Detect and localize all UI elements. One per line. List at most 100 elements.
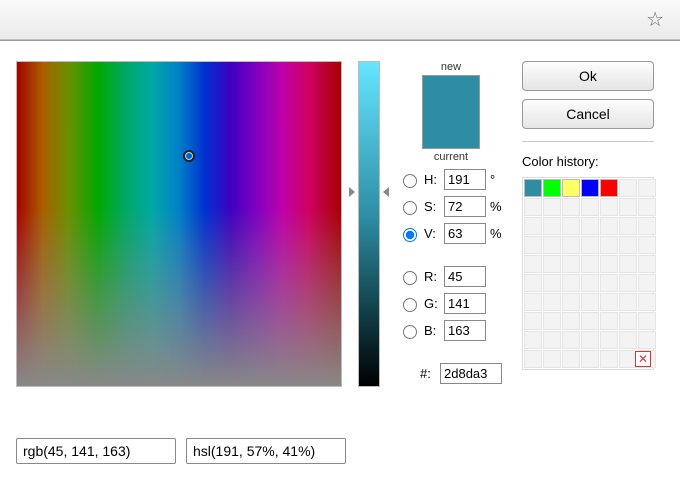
b-radio[interactable] <box>403 325 417 339</box>
r-row: R: <box>398 266 504 287</box>
history-swatch[interactable] <box>562 217 580 235</box>
history-swatch[interactable] <box>543 255 561 273</box>
history-swatch[interactable] <box>524 350 542 368</box>
bookmark-star-icon[interactable]: ☆ <box>646 7 664 32</box>
mode-fields: H: ° S: % V: % R: <box>398 169 504 384</box>
history-swatch[interactable] <box>638 179 656 197</box>
history-swatch[interactable] <box>562 255 580 273</box>
history-swatch[interactable] <box>638 293 656 311</box>
current-swatch-label: current <box>434 151 468 163</box>
history-swatch[interactable] <box>524 331 542 349</box>
history-swatch[interactable] <box>619 293 637 311</box>
new-color-swatch[interactable] <box>423 76 479 112</box>
history-swatch[interactable] <box>581 293 599 311</box>
history-swatch[interactable] <box>524 293 542 311</box>
hex-input[interactable] <box>440 363 502 384</box>
history-swatch[interactable] <box>600 274 618 292</box>
history-swatch[interactable] <box>581 274 599 292</box>
v-input[interactable] <box>444 223 486 244</box>
h-label: H: <box>424 172 440 187</box>
history-delete-icon[interactable]: ✕ <box>635 351 651 367</box>
history-swatch[interactable] <box>619 255 637 273</box>
sv-cursor[interactable] <box>183 150 195 162</box>
history-swatch[interactable] <box>581 255 599 273</box>
pct-suffix-s: % <box>490 199 504 214</box>
history-swatch[interactable] <box>638 274 656 292</box>
history-swatch[interactable] <box>562 312 580 330</box>
history-swatch[interactable] <box>619 274 637 292</box>
history-swatch[interactable] <box>562 179 580 197</box>
history-swatch[interactable] <box>600 179 618 197</box>
history-swatch[interactable] <box>581 217 599 235</box>
current-color-swatch[interactable] <box>423 112 479 148</box>
hsl-readout[interactable] <box>186 438 346 464</box>
history-swatch[interactable] <box>524 255 542 273</box>
g-radio[interactable] <box>403 298 417 312</box>
history-swatch[interactable] <box>524 179 542 197</box>
history-swatch[interactable] <box>638 312 656 330</box>
history-swatch[interactable] <box>524 198 542 216</box>
history-swatch[interactable] <box>543 312 561 330</box>
history-swatch[interactable] <box>524 217 542 235</box>
history-swatch[interactable] <box>619 236 637 254</box>
history-swatch[interactable] <box>619 331 637 349</box>
value-strip[interactable] <box>358 61 380 387</box>
history-swatch[interactable] <box>581 312 599 330</box>
sv-color-area[interactable] <box>16 61 342 387</box>
history-swatch[interactable] <box>638 217 656 235</box>
h-radio[interactable] <box>403 174 417 188</box>
rgb-readout[interactable] <box>16 438 176 464</box>
history-swatch[interactable] <box>619 179 637 197</box>
v-label: V: <box>424 226 440 241</box>
history-swatch[interactable] <box>581 179 599 197</box>
history-label: Color history: <box>522 154 654 169</box>
r-input[interactable] <box>444 266 486 287</box>
history-swatch[interactable] <box>600 217 618 235</box>
s-radio[interactable] <box>403 201 417 215</box>
history-swatch[interactable] <box>619 217 637 235</box>
v-radio[interactable] <box>403 228 417 242</box>
history-swatch[interactable] <box>581 350 599 368</box>
history-swatch[interactable] <box>600 331 618 349</box>
history-swatch[interactable] <box>619 312 637 330</box>
history-swatch[interactable] <box>638 331 656 349</box>
history-swatch[interactable] <box>638 236 656 254</box>
history-swatch[interactable] <box>600 236 618 254</box>
history-swatch[interactable] <box>600 255 618 273</box>
history-swatch[interactable] <box>581 236 599 254</box>
history-swatch[interactable] <box>524 236 542 254</box>
history-swatch[interactable] <box>543 198 561 216</box>
history-swatch[interactable] <box>524 274 542 292</box>
history-swatch[interactable] <box>543 179 561 197</box>
history-swatch[interactable] <box>543 217 561 235</box>
b-input[interactable] <box>444 320 486 341</box>
history-swatch[interactable] <box>562 331 580 349</box>
history-swatch[interactable] <box>543 274 561 292</box>
history-swatch[interactable] <box>600 350 618 368</box>
history-swatch[interactable] <box>581 331 599 349</box>
history-swatch[interactable] <box>562 350 580 368</box>
history-swatch[interactable] <box>562 198 580 216</box>
history-swatch[interactable] <box>562 293 580 311</box>
history-swatch[interactable] <box>543 331 561 349</box>
history-swatch[interactable] <box>638 255 656 273</box>
g-input[interactable] <box>444 293 486 314</box>
history-swatch[interactable] <box>524 312 542 330</box>
history-swatch[interactable] <box>638 198 656 216</box>
g-row: G: <box>398 293 504 314</box>
history-swatch[interactable] <box>562 274 580 292</box>
history-swatch[interactable] <box>600 198 618 216</box>
history-swatch[interactable] <box>543 236 561 254</box>
s-input[interactable] <box>444 196 486 217</box>
r-radio[interactable] <box>403 271 417 285</box>
h-input[interactable] <box>444 169 486 190</box>
history-swatch[interactable] <box>581 198 599 216</box>
history-swatch[interactable] <box>600 293 618 311</box>
history-swatch[interactable] <box>600 312 618 330</box>
cancel-button[interactable]: Cancel <box>522 99 654 129</box>
history-swatch[interactable] <box>562 236 580 254</box>
history-swatch[interactable] <box>543 350 561 368</box>
history-swatch[interactable] <box>619 198 637 216</box>
history-swatch[interactable] <box>543 293 561 311</box>
ok-button[interactable]: Ok <box>522 61 654 91</box>
